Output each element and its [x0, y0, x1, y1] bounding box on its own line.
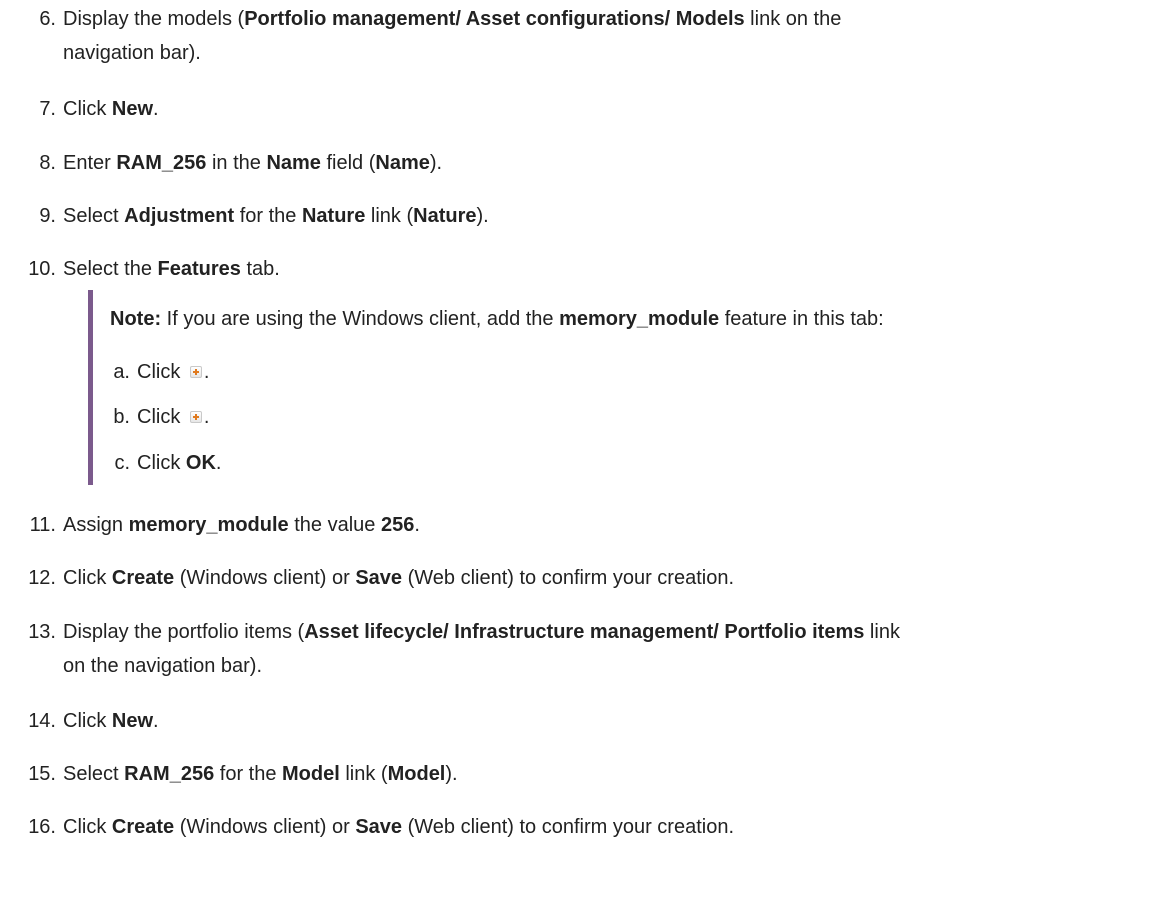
add-icon — [189, 365, 202, 378]
item-letter: c. — [114, 452, 130, 474]
item-letter: a. — [113, 361, 130, 383]
step-number: 12. — [28, 567, 56, 589]
step-text: Click New. — [63, 710, 159, 732]
step-text: Select the Features tab. — [63, 258, 280, 280]
note-bar — [88, 290, 93, 485]
step-text: Click New. — [63, 98, 159, 120]
step-text: Click Create (Windows client) or Save (W… — [63, 567, 735, 589]
step-number: 10. — [28, 258, 56, 280]
step-text: Select RAM_256 for the Model link (Model… — [63, 763, 458, 785]
step-text: Click Create (Windows client) or Save (W… — [63, 816, 735, 838]
nav-path: Portfolio management/ Asset configuratio… — [244, 8, 745, 30]
step-number: 7. — [39, 98, 56, 120]
step-text: Assign memory_module the value 256. — [63, 514, 420, 536]
item-letter: b. — [113, 406, 130, 428]
note-text: Note: If you are using the Windows clien… — [110, 308, 884, 330]
step-number: 14. — [28, 710, 56, 732]
nav-path: Asset lifecycle/ Infrastructure manageme… — [304, 621, 865, 643]
step-number: 8. — [39, 152, 56, 174]
step-text: Display the models (Portfolio management… — [63, 8, 842, 64]
step-number: 16. — [28, 816, 56, 838]
step-number: 15. — [28, 763, 56, 785]
step-text: Select Adjustment for the Nature link (N… — [63, 205, 489, 227]
step-text: Enter RAM_256 in the Name field (Name). — [63, 152, 443, 174]
step-text: Display the portfolio items (Asset lifec… — [63, 621, 900, 677]
step-number: 6. — [39, 8, 56, 30]
add-icon — [189, 410, 202, 423]
step-number: 13. — [28, 621, 56, 643]
note-label: Note: — [110, 308, 162, 330]
step-number: 11. — [29, 514, 56, 536]
step-number: 9. — [39, 205, 56, 227]
